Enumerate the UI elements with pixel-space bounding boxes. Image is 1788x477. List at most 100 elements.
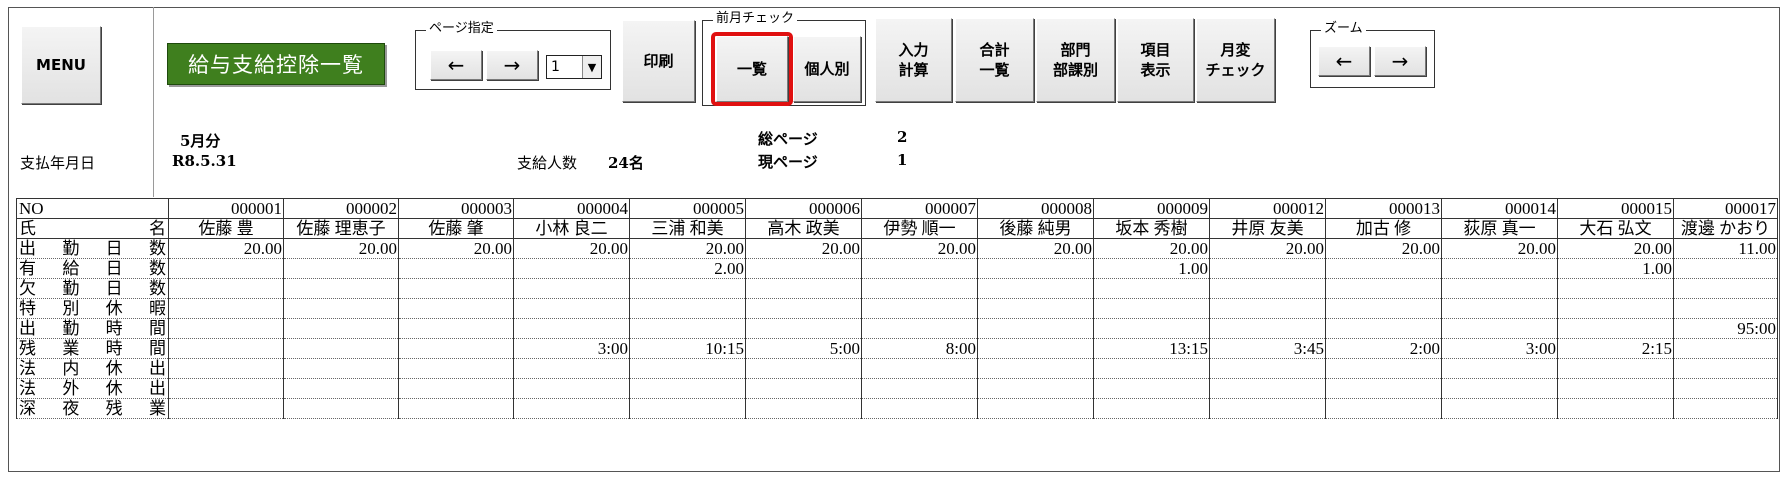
- value-cell[interactable]: [1557, 358, 1674, 379]
- value-cell[interactable]: [861, 398, 978, 419]
- dept-button[interactable]: 部門 部課別: [1036, 18, 1115, 102]
- page-next-button[interactable]: →: [486, 50, 538, 80]
- employee-no-cell[interactable]: 000003: [398, 198, 514, 219]
- value-cell[interactable]: [1325, 378, 1442, 399]
- value-cell[interactable]: 20.00: [1441, 238, 1558, 259]
- value-cell[interactable]: [1441, 358, 1558, 379]
- employee-name-cell[interactable]: 高木 政美: [745, 218, 862, 239]
- employee-name-cell[interactable]: 後藤 純男: [977, 218, 1094, 239]
- value-cell[interactable]: 20.00: [629, 238, 746, 259]
- value-cell[interactable]: [1209, 278, 1326, 299]
- zoom-in-button[interactable]: →: [1374, 46, 1426, 76]
- employee-no-cell[interactable]: 000009: [1093, 198, 1210, 219]
- value-cell[interactable]: [283, 398, 399, 419]
- employee-name-cell[interactable]: 加古 修: [1325, 218, 1442, 239]
- value-cell[interactable]: [1441, 278, 1558, 299]
- value-cell[interactable]: 2:00: [1325, 338, 1442, 359]
- value-cell[interactable]: [168, 318, 284, 339]
- page-prev-button[interactable]: ←: [430, 50, 482, 80]
- value-cell[interactable]: [977, 338, 1094, 359]
- value-cell[interactable]: [513, 378, 630, 399]
- employee-no-cell[interactable]: 000007: [861, 198, 978, 219]
- employee-name-cell[interactable]: 渡邊 かおり: [1673, 218, 1778, 239]
- value-cell[interactable]: [1325, 258, 1442, 279]
- value-cell[interactable]: 95:00: [1673, 318, 1778, 339]
- value-cell[interactable]: 1.00: [1557, 258, 1674, 279]
- value-cell[interactable]: [283, 258, 399, 279]
- value-cell[interactable]: [398, 298, 514, 319]
- value-cell[interactable]: [629, 278, 746, 299]
- value-cell[interactable]: [629, 358, 746, 379]
- value-cell[interactable]: [629, 318, 746, 339]
- value-cell[interactable]: [168, 358, 284, 379]
- value-cell[interactable]: [513, 318, 630, 339]
- value-cell[interactable]: [398, 278, 514, 299]
- value-cell[interactable]: [1209, 298, 1326, 319]
- value-cell[interactable]: 3:00: [513, 338, 630, 359]
- value-cell[interactable]: [1325, 298, 1442, 319]
- value-cell[interactable]: 20.00: [745, 238, 862, 259]
- employee-name-cell[interactable]: 坂本 秀樹: [1093, 218, 1210, 239]
- value-cell[interactable]: [1209, 318, 1326, 339]
- value-cell[interactable]: [1325, 318, 1442, 339]
- value-cell[interactable]: [513, 258, 630, 279]
- value-cell[interactable]: [745, 298, 862, 319]
- item-display-button[interactable]: 項目 表示: [1117, 18, 1194, 102]
- value-cell[interactable]: [977, 358, 1094, 379]
- value-cell[interactable]: [861, 258, 978, 279]
- value-cell[interactable]: 1.00: [1093, 258, 1210, 279]
- value-cell[interactable]: 20.00: [513, 238, 630, 259]
- value-cell[interactable]: [398, 358, 514, 379]
- value-cell[interactable]: [283, 338, 399, 359]
- value-cell[interactable]: [1093, 358, 1210, 379]
- value-cell[interactable]: 20.00: [398, 238, 514, 259]
- value-cell[interactable]: [283, 318, 399, 339]
- individual-button[interactable]: 個人別: [793, 36, 861, 102]
- value-cell[interactable]: [398, 318, 514, 339]
- value-cell[interactable]: [745, 358, 862, 379]
- value-cell[interactable]: [1441, 398, 1558, 419]
- value-cell[interactable]: [1093, 278, 1210, 299]
- value-cell[interactable]: [513, 358, 630, 379]
- value-cell[interactable]: [283, 298, 399, 319]
- value-cell[interactable]: [861, 358, 978, 379]
- value-cell[interactable]: 11.00: [1673, 238, 1778, 259]
- value-cell[interactable]: [1209, 378, 1326, 399]
- value-cell[interactable]: [1673, 398, 1778, 419]
- value-cell[interactable]: [745, 258, 862, 279]
- value-cell[interactable]: [745, 318, 862, 339]
- value-cell[interactable]: [745, 278, 862, 299]
- value-cell[interactable]: 20.00: [1209, 238, 1326, 259]
- value-cell[interactable]: [1325, 278, 1442, 299]
- value-cell[interactable]: 10:15: [629, 338, 746, 359]
- value-cell[interactable]: [629, 398, 746, 419]
- value-cell[interactable]: [861, 298, 978, 319]
- value-cell[interactable]: [861, 378, 978, 399]
- value-cell[interactable]: [1325, 398, 1442, 419]
- value-cell[interactable]: [861, 318, 978, 339]
- employee-name-cell[interactable]: 佐藤 肇: [398, 218, 514, 239]
- value-cell[interactable]: [1673, 338, 1778, 359]
- value-cell[interactable]: [1557, 378, 1674, 399]
- value-cell[interactable]: [861, 278, 978, 299]
- value-cell[interactable]: [1673, 358, 1778, 379]
- value-cell[interactable]: [977, 298, 1094, 319]
- employee-no-cell[interactable]: 000005: [629, 198, 746, 219]
- value-cell[interactable]: [283, 278, 399, 299]
- value-cell[interactable]: 5:00: [745, 338, 862, 359]
- value-cell[interactable]: [629, 378, 746, 399]
- value-cell[interactable]: [283, 358, 399, 379]
- value-cell[interactable]: [1557, 278, 1674, 299]
- value-cell[interactable]: [745, 398, 862, 419]
- value-cell[interactable]: [398, 338, 514, 359]
- employee-no-cell[interactable]: 000013: [1325, 198, 1442, 219]
- value-cell[interactable]: [1441, 298, 1558, 319]
- value-cell[interactable]: [1673, 298, 1778, 319]
- value-cell[interactable]: 20.00: [1325, 238, 1442, 259]
- page-number-select[interactable]: 1 ▼: [546, 55, 602, 79]
- value-cell[interactable]: [1093, 298, 1210, 319]
- employee-no-cell[interactable]: 000004: [513, 198, 630, 219]
- value-cell[interactable]: 20.00: [977, 238, 1094, 259]
- employee-no-cell[interactable]: 000017: [1673, 198, 1778, 219]
- input-calc-button[interactable]: 入力 計算: [875, 18, 952, 102]
